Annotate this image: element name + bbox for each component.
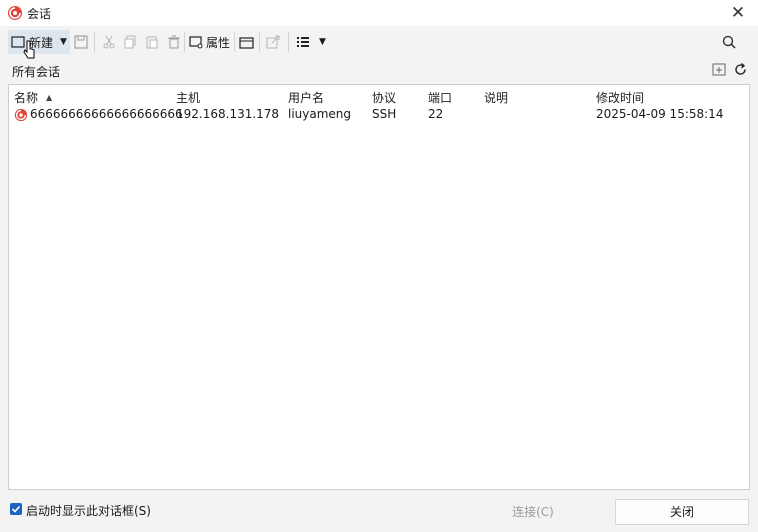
cut-button[interactable] bbox=[102, 30, 116, 54]
cell-protocol: SSH bbox=[372, 107, 397, 121]
refresh-icon[interactable] bbox=[733, 62, 748, 77]
path-actions bbox=[712, 62, 748, 77]
cell-modified: 2025-04-09 15:58:14 bbox=[596, 107, 724, 121]
app-logo-icon bbox=[8, 6, 22, 20]
column-header-name[interactable]: 名称 ▲ bbox=[14, 89, 52, 106]
window-close-button[interactable]: ✕ bbox=[726, 2, 750, 24]
column-header-user[interactable]: 用户名 bbox=[288, 89, 324, 106]
copy-button[interactable] bbox=[123, 30, 137, 54]
session-icon bbox=[14, 108, 28, 122]
list-view-icon bbox=[297, 37, 309, 47]
view-mode-button[interactable]: ▼ bbox=[296, 30, 326, 54]
view-dropdown-arrow-icon[interactable]: ▼ bbox=[319, 37, 326, 47]
search-icon bbox=[722, 35, 736, 49]
column-header-modified[interactable]: 修改时间 bbox=[596, 89, 644, 106]
cell-name: 66666666666666666666 bbox=[30, 107, 183, 121]
session-list: 名称 ▲ 主机 用户名 协议 端口 说明 修改时间 666666666666666… bbox=[8, 84, 750, 490]
toolbar-separator bbox=[94, 32, 95, 52]
paste-icon bbox=[146, 36, 158, 49]
export-button[interactable] bbox=[266, 30, 280, 54]
export-icon bbox=[266, 35, 280, 49]
sort-ascending-icon: ▲ bbox=[46, 93, 53, 102]
folder-path-label: 所有会话 bbox=[12, 65, 61, 79]
new-dropdown-arrow-icon[interactable]: ▼ bbox=[60, 37, 67, 47]
toolbar-separator bbox=[288, 32, 289, 52]
search-button[interactable] bbox=[722, 30, 736, 54]
show-on-startup-label[interactable]: 启动时显示此对话框(S) bbox=[26, 502, 151, 519]
save-button[interactable] bbox=[74, 30, 88, 54]
window-title: 会话 bbox=[27, 7, 52, 21]
column-header-host[interactable]: 主机 bbox=[176, 89, 200, 106]
close-button[interactable]: 关闭 bbox=[615, 499, 749, 525]
column-header-protocol[interactable]: 协议 bbox=[372, 89, 396, 106]
toolbar: 新建 ▼ 属性 ▼ bbox=[0, 28, 758, 56]
delete-icon bbox=[168, 35, 180, 49]
properties-button[interactable]: 属性 bbox=[189, 30, 230, 54]
toolbar-separator bbox=[259, 32, 260, 52]
toolbar-separator bbox=[234, 32, 235, 52]
column-header-port[interactable]: 端口 bbox=[428, 89, 452, 106]
checkmark-icon bbox=[11, 505, 21, 513]
folder-path-bar: 所有会话 bbox=[8, 60, 750, 80]
save-icon bbox=[74, 35, 88, 49]
mouse-pointer-icon bbox=[23, 40, 35, 59]
open-folder-icon bbox=[239, 36, 254, 49]
open-folder-button[interactable] bbox=[239, 30, 254, 54]
title-bar: 会话 ✕ bbox=[0, 0, 758, 26]
new-folder-icon[interactable] bbox=[712, 62, 727, 77]
new-session-button[interactable]: 新建 ▼ bbox=[8, 30, 70, 54]
column-header-description[interactable]: 说明 bbox=[484, 89, 508, 106]
properties-icon bbox=[189, 35, 203, 48]
connect-button[interactable]: 连接(C) bbox=[468, 499, 598, 525]
toolbar-separator bbox=[184, 32, 185, 52]
table-row[interactable]: 66666666666666666666 192.168.131.178 liu… bbox=[9, 106, 749, 124]
column-name-label: 名称 bbox=[14, 91, 39, 105]
properties-label: 属性 bbox=[206, 35, 231, 50]
copy-icon bbox=[124, 35, 136, 49]
cell-host: 192.168.131.178 bbox=[176, 107, 280, 121]
cell-port: 22 bbox=[428, 107, 444, 121]
paste-button[interactable] bbox=[145, 30, 159, 54]
show-on-startup-checkbox[interactable] bbox=[10, 503, 22, 515]
cut-icon bbox=[103, 35, 115, 49]
cell-user: liuyameng bbox=[288, 107, 352, 121]
delete-button[interactable] bbox=[167, 30, 181, 54]
